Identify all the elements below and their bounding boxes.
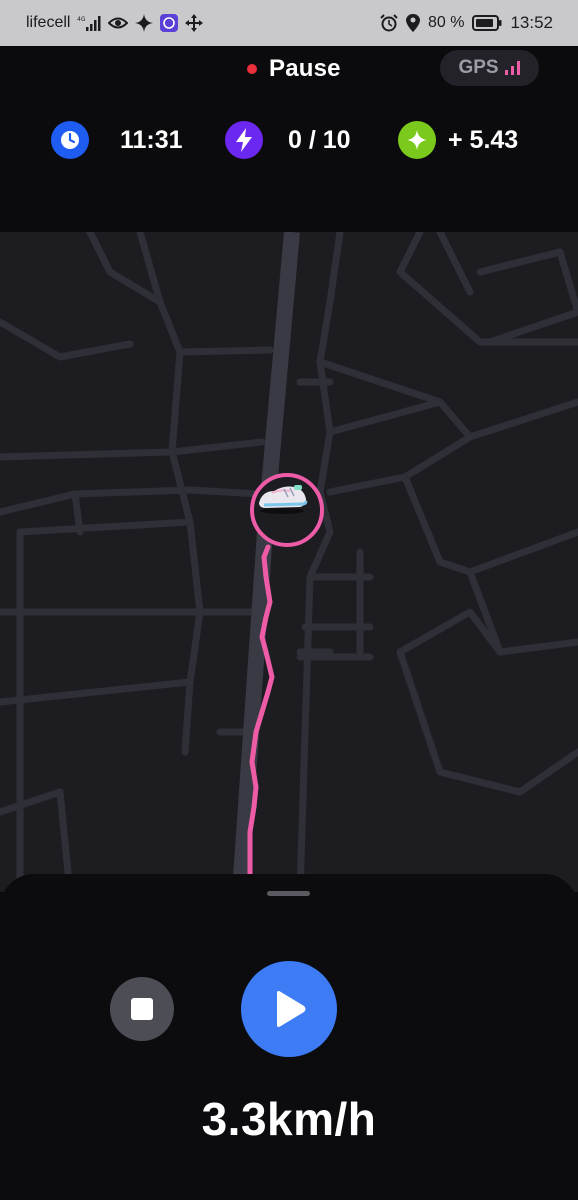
clock-time: 13:52 — [510, 13, 553, 32]
status-dot — [247, 64, 257, 74]
sneaker-marker[interactable] — [250, 473, 324, 547]
status-bar-right: 80 % 13:52 — [380, 13, 553, 33]
sparkle-icon — [135, 14, 154, 32]
play-button[interactable] — [241, 961, 337, 1057]
gps-label: GPS — [458, 57, 499, 78]
stop-icon — [131, 998, 153, 1020]
stats-row: 11:31 0 / 10 + 5.43 — [0, 121, 578, 165]
route-map[interactable] — [0, 232, 578, 892]
location-icon — [405, 14, 420, 32]
signal-bars-icon — [504, 61, 520, 75]
controls-sheet: 3.3km/h — [0, 874, 578, 1200]
move-icon — [185, 14, 204, 32]
lightning-icon — [225, 121, 263, 159]
battery-icon — [472, 15, 502, 31]
run-header: Pause GPS 11:31 0 / 10 + 5.43 — [0, 46, 578, 232]
carrier-label: lifecell — [26, 14, 71, 31]
stat-earnings: + 5.43 — [398, 121, 518, 159]
app-badge-icon — [160, 14, 179, 32]
status-bar: lifecell 4G 80 % 13:52 — [0, 0, 578, 46]
sheet-drag-handle[interactable] — [267, 891, 310, 896]
stat-energy-value: 0 / 10 — [288, 125, 351, 154]
run-status: Pause — [247, 55, 341, 83]
sneaker-icon — [259, 485, 308, 514]
map-streets — [0, 232, 578, 892]
stat-time: 11:31 — [51, 121, 183, 159]
clock-icon — [51, 121, 89, 159]
eye-icon — [108, 17, 129, 29]
sparkle-icon — [398, 121, 436, 159]
speed-readout: 3.3km/h — [201, 1093, 377, 1145]
play-icon — [277, 991, 306, 1027]
stat-time-value: 11:31 — [120, 125, 183, 154]
stat-energy: 0 / 10 — [225, 121, 351, 159]
signal-icon: 4G — [77, 16, 101, 31]
alarm-icon — [380, 14, 398, 32]
status-label: Pause — [269, 55, 341, 82]
stat-earnings-value: + 5.43 — [448, 125, 519, 154]
battery-percent: 80 % — [427, 14, 465, 31]
gps-indicator[interactable]: GPS — [440, 50, 539, 86]
status-bar-left: lifecell 4G — [26, 13, 204, 33]
stop-button[interactable] — [110, 977, 174, 1041]
svg-text:4G: 4G — [77, 16, 86, 23]
